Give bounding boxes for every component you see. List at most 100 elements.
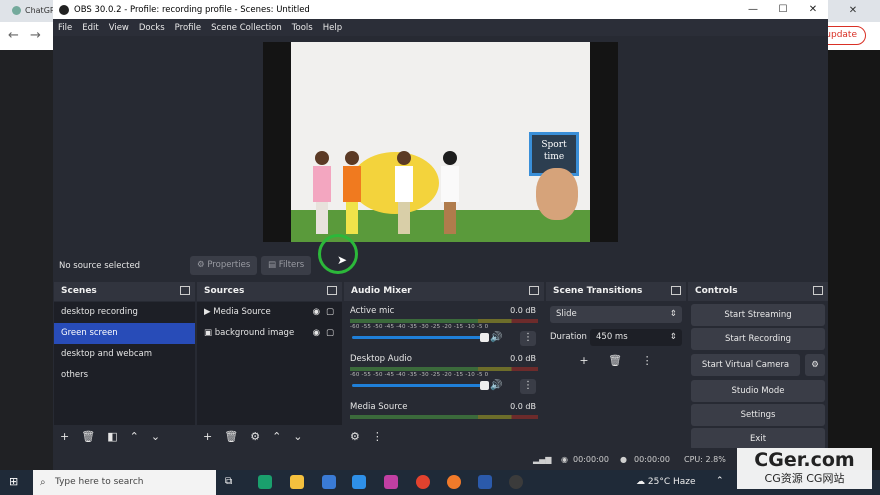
start-virtual-camera-button[interactable]: Start Virtual Camera	[691, 354, 800, 376]
gear-icon: ⚙	[197, 260, 208, 270]
trash-icon[interactable]: 🗑	[608, 354, 622, 367]
menu-help[interactable]: Help	[323, 23, 342, 33]
more-options-icon[interactable]: ⋮	[520, 331, 536, 346]
filters-button[interactable]: ▤ Filters	[261, 256, 312, 275]
preview-kid	[441, 151, 459, 234]
browser-tab[interactable]: ChatGP	[0, 0, 60, 22]
controls-header: Controls	[688, 282, 828, 301]
stream-icon: ◉	[561, 455, 568, 464]
browser-close-icon[interactable]: ✕	[826, 0, 880, 22]
duration-label: Duration	[550, 332, 587, 342]
virtual-camera-gear-icon[interactable]: ⚙	[805, 354, 825, 376]
menu-scene-collection[interactable]: Scene Collection	[211, 23, 282, 33]
scene-item-selected[interactable]: Green screen	[54, 323, 195, 344]
start-streaming-button[interactable]: Start Streaming	[691, 304, 825, 326]
move-up-icon[interactable]: ⌃	[130, 430, 139, 443]
properties-button[interactable]: ⚙ Properties	[190, 256, 258, 275]
mail-icon[interactable]	[352, 475, 366, 489]
filter-icon[interactable]: ◧	[107, 430, 117, 443]
properties-label: Properties	[207, 260, 251, 270]
more-options-icon[interactable]: ⋮	[372, 430, 383, 443]
word-icon[interactable]	[478, 475, 492, 489]
add-icon[interactable]: +	[579, 354, 588, 367]
volume-slider[interactable]	[352, 333, 489, 342]
menu-file[interactable]: File	[58, 23, 72, 33]
start-recording-button[interactable]: Start Recording	[691, 328, 825, 350]
menu-view[interactable]: View	[109, 23, 129, 33]
trash-icon[interactable]: 🗑	[224, 430, 238, 443]
controls-body: Start Streaming Start Recording Start Vi…	[688, 302, 828, 450]
scene-item[interactable]: desktop recording	[54, 302, 195, 323]
firefox-icon[interactable]	[447, 475, 461, 489]
store-icon[interactable]	[322, 475, 336, 489]
file-explorer-icon[interactable]	[290, 475, 304, 489]
more-options-icon[interactable]: ⋮	[642, 354, 653, 367]
volume-slider-knob[interactable]	[480, 333, 489, 342]
scene-item[interactable]: others	[54, 365, 195, 386]
menu-edit[interactable]: Edit	[82, 23, 98, 33]
add-icon[interactable]: +	[203, 430, 212, 443]
volume-slider[interactable]	[352, 381, 489, 390]
record-icon: ●	[620, 455, 627, 464]
trash-icon[interactable]: 🗑	[81, 430, 95, 443]
undock-icon[interactable]	[327, 286, 337, 295]
add-icon[interactable]: +	[60, 430, 69, 443]
exit-button[interactable]: Exit	[691, 428, 825, 450]
app-icon[interactable]	[384, 475, 398, 489]
scene-transitions-body: Slide ⇕ Duration 450 ms ⇕ + 🗑 ⋮	[546, 302, 686, 447]
taskbar-search[interactable]: ⌕ Type here to search	[33, 470, 216, 495]
eye-icon[interactable]: ◉	[313, 323, 320, 344]
speaker-icon[interactable]: 🔊	[490, 332, 502, 343]
tray-chevron-icon[interactable]: ⌃	[716, 476, 724, 486]
scene-transitions-header: Scene Transitions	[546, 282, 686, 301]
sources-title: Sources	[204, 286, 245, 296]
source-item[interactable]: ▶ Media Source ◉ ▢	[197, 302, 342, 323]
preview-puppet	[536, 168, 578, 220]
undock-icon[interactable]	[813, 286, 823, 295]
maximize-icon[interactable]: ☐	[768, 0, 798, 19]
close-icon[interactable]: ✕	[798, 0, 828, 19]
weather-widget[interactable]: ☁ 25°C Haze	[636, 477, 696, 487]
undock-icon[interactable]	[529, 286, 539, 295]
duration-spinbox[interactable]: 450 ms ⇕	[590, 329, 682, 346]
move-up-icon[interactable]: ⌃	[272, 430, 281, 443]
menu-tools[interactable]: Tools	[292, 23, 313, 33]
speaker-icon[interactable]: 🔊	[490, 380, 502, 391]
window-title: OBS 30.0.2 - Profile: recording profile …	[74, 4, 310, 15]
gear-icon[interactable]: ⚙	[350, 430, 360, 443]
watermark-line1: CGer.com	[754, 449, 855, 471]
menu-docks[interactable]: Docks	[139, 23, 165, 33]
forward-icon[interactable]: →	[30, 28, 41, 43]
menu-profile[interactable]: Profile	[175, 23, 201, 33]
weather-condition: Haze	[673, 477, 696, 487]
move-down-icon[interactable]: ⌄	[293, 430, 302, 443]
transition-select[interactable]: Slide ⇕	[550, 306, 682, 323]
channel-db: 0.0 dB	[510, 354, 536, 363]
undock-icon[interactable]	[671, 286, 681, 295]
settings-button[interactable]: Settings	[691, 404, 825, 426]
task-view-icon[interactable]: ⧉	[225, 476, 232, 487]
back-icon[interactable]: ←	[8, 28, 19, 43]
undock-icon[interactable]	[180, 286, 190, 295]
more-options-icon[interactable]: ⋮	[520, 379, 536, 394]
move-down-icon[interactable]: ⌄	[151, 430, 160, 443]
source-item[interactable]: ▣ background image ◉ ▢	[197, 323, 342, 344]
studio-mode-button[interactable]: Studio Mode	[691, 380, 825, 402]
browser-side-area	[828, 50, 880, 470]
preview-canvas[interactable]: Sport time	[263, 42, 618, 242]
minimize-icon[interactable]: —	[738, 0, 768, 19]
lock-icon[interactable]: ▢	[326, 302, 334, 323]
chrome-icon[interactable]	[416, 475, 430, 489]
obs-taskbar-icon[interactable]	[509, 475, 523, 489]
scene-item[interactable]: desktop and webcam	[54, 344, 195, 365]
edge-icon[interactable]	[258, 475, 272, 489]
volume-meter	[350, 367, 538, 371]
volume-slider-knob[interactable]	[480, 381, 489, 390]
lock-icon[interactable]: ▢	[326, 323, 334, 344]
volume-meter	[350, 319, 538, 323]
windows-start-icon[interactable]: ⊞	[9, 475, 18, 488]
eye-icon[interactable]: ◉	[313, 302, 320, 323]
transition-select-value: Slide	[556, 309, 577, 319]
gear-icon[interactable]: ⚙	[250, 430, 260, 443]
preview-kid	[313, 151, 331, 234]
